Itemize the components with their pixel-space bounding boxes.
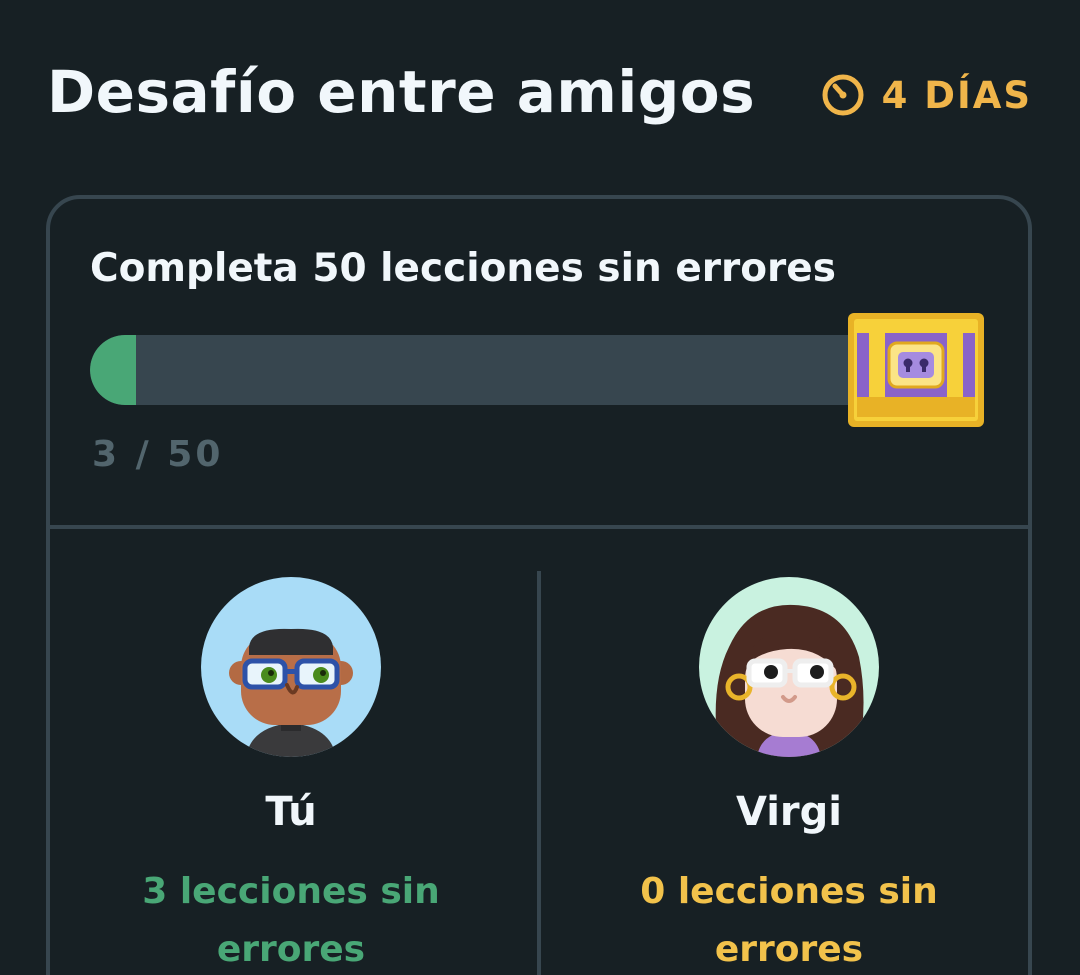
avatar-man-glasses-icon[interactable] [201, 577, 381, 757]
section-divider [50, 525, 1028, 529]
player-name: Virgi [735, 789, 843, 835]
treasure-chest-icon [845, 311, 987, 433]
progress-bar [90, 335, 850, 405]
player-card-you[interactable]: Tú 3 lecciones sin errores [91, 577, 491, 975]
player-name: Tú [265, 789, 317, 835]
friends-quest-screen: Desafío entre amigos 4 DÍAS Completa 50 … [0, 0, 1080, 975]
page-title: Desafío entre amigos [47, 58, 756, 126]
player-card-virgi[interactable]: Virgi 0 lecciones sin errores [589, 577, 989, 975]
progress-text: 3 / 50 [92, 434, 224, 475]
player-stat: 0 lecciones sin errores [640, 871, 938, 970]
avatar-woman-glasses-icon[interactable] [699, 577, 879, 757]
timer-label: 4 DÍAS [881, 73, 1032, 117]
players-divider [537, 571, 541, 975]
player-stat: 3 lecciones sin errores [142, 871, 440, 970]
clock-icon [820, 72, 866, 118]
time-remaining: 4 DÍAS [820, 72, 1032, 118]
quest-title: Completa 50 lecciones sin errores [90, 246, 836, 291]
